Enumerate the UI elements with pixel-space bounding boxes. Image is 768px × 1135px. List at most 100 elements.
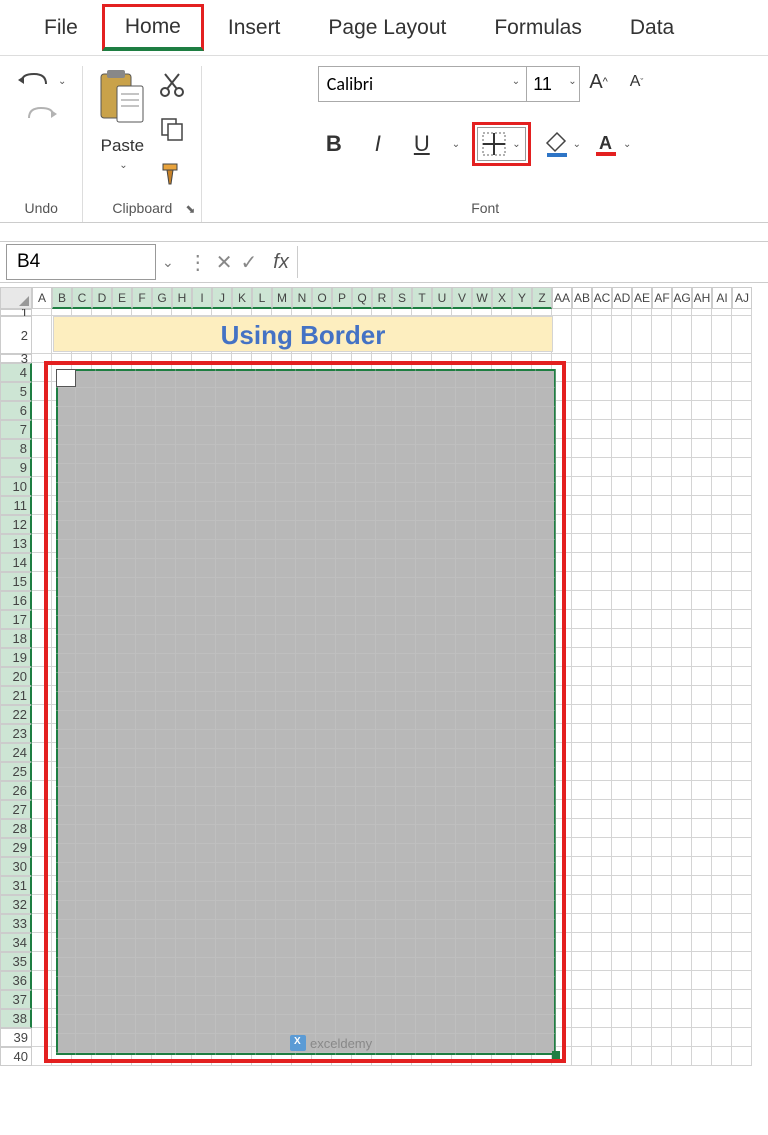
cell[interactable] — [712, 933, 732, 952]
cell[interactable] — [632, 354, 652, 363]
dialog-launcher-icon[interactable]: ⬊ — [185, 202, 195, 216]
cell[interactable] — [712, 354, 732, 363]
cell[interactable] — [632, 572, 652, 591]
cell[interactable] — [732, 458, 752, 477]
cell[interactable] — [732, 895, 752, 914]
cell[interactable] — [212, 309, 232, 316]
row-header[interactable]: 39 — [0, 1028, 32, 1047]
cell[interactable] — [632, 952, 652, 971]
cell[interactable] — [652, 971, 672, 990]
cell[interactable] — [652, 743, 672, 762]
cell[interactable] — [672, 439, 692, 458]
font-name-input[interactable] — [318, 66, 528, 102]
cell[interactable] — [632, 316, 652, 354]
col-header[interactable]: N — [292, 287, 312, 309]
bold-button[interactable]: B — [318, 128, 350, 160]
cell[interactable] — [592, 534, 612, 553]
cell[interactable] — [572, 363, 592, 382]
cell[interactable] — [632, 800, 652, 819]
cell[interactable] — [732, 515, 752, 534]
cell[interactable] — [712, 876, 732, 895]
cell[interactable] — [652, 439, 672, 458]
cell[interactable] — [672, 724, 692, 743]
cell[interactable] — [632, 1028, 652, 1047]
cell[interactable] — [632, 857, 652, 876]
col-header[interactable]: Q — [352, 287, 372, 309]
cell[interactable] — [572, 705, 592, 724]
cell[interactable] — [632, 781, 652, 800]
row-header[interactable]: 4 — [0, 363, 32, 382]
cell[interactable] — [692, 354, 712, 363]
row-header[interactable]: 20 — [0, 667, 32, 686]
row-header[interactable]: 15 — [0, 572, 32, 591]
cell[interactable] — [692, 629, 712, 648]
cell[interactable] — [632, 667, 652, 686]
cell[interactable] — [652, 667, 672, 686]
cell[interactable] — [132, 309, 152, 316]
row-header[interactable]: 17 — [0, 610, 32, 629]
cell[interactable] — [412, 309, 432, 316]
cell[interactable] — [712, 496, 732, 515]
cell[interactable] — [572, 800, 592, 819]
row-header[interactable]: 3 — [0, 354, 32, 363]
cell[interactable] — [692, 819, 712, 838]
cell[interactable] — [572, 971, 592, 990]
cell[interactable] — [712, 819, 732, 838]
cell[interactable] — [612, 724, 632, 743]
cell[interactable] — [592, 705, 612, 724]
cell[interactable] — [572, 354, 592, 363]
cell[interactable] — [692, 401, 712, 420]
cell[interactable] — [572, 819, 592, 838]
row-header[interactable]: 26 — [0, 781, 32, 800]
cell[interactable] — [72, 309, 92, 316]
cell[interactable] — [672, 990, 692, 1009]
cell[interactable] — [732, 876, 752, 895]
cell[interactable] — [592, 610, 612, 629]
cell[interactable] — [712, 382, 732, 401]
cell[interactable] — [712, 1047, 732, 1066]
row-header[interactable]: 19 — [0, 648, 32, 667]
chevron-down-icon[interactable]: ⌄ — [573, 139, 581, 150]
cell[interactable] — [692, 439, 712, 458]
cell[interactable] — [592, 724, 612, 743]
row-header[interactable]: 37 — [0, 990, 32, 1009]
cell[interactable] — [572, 648, 592, 667]
cell[interactable] — [632, 914, 652, 933]
cell[interactable] — [692, 420, 712, 439]
underline-button[interactable]: U — [406, 128, 438, 160]
cell[interactable] — [652, 515, 672, 534]
tab-insert[interactable]: Insert — [204, 4, 305, 52]
row-header[interactable]: 22 — [0, 705, 32, 724]
chevron-down-icon[interactable]: ⌄ — [512, 76, 520, 102]
cell[interactable] — [572, 496, 592, 515]
cell[interactable] — [592, 458, 612, 477]
chevron-down-icon[interactable]: ⌄ — [452, 139, 460, 150]
cell[interactable] — [652, 591, 672, 610]
row-header[interactable]: 1 — [0, 309, 32, 316]
active-cell[interactable] — [56, 369, 76, 387]
cell[interactable] — [612, 895, 632, 914]
cell[interactable] — [692, 781, 712, 800]
cell[interactable] — [272, 309, 292, 316]
cell[interactable] — [672, 819, 692, 838]
border-button-highlighted[interactable]: ⌄ — [472, 122, 530, 166]
cell[interactable] — [632, 990, 652, 1009]
row-header[interactable]: 28 — [0, 819, 32, 838]
cell[interactable] — [592, 762, 612, 781]
cell[interactable] — [612, 876, 632, 895]
cell[interactable] — [632, 1047, 652, 1066]
cell[interactable] — [672, 667, 692, 686]
cell[interactable] — [612, 1009, 632, 1028]
cell[interactable] — [672, 686, 692, 705]
cell[interactable] — [172, 309, 192, 316]
cell[interactable] — [692, 743, 712, 762]
fill-color-button[interactable]: ⌄ — [543, 131, 581, 157]
cell[interactable] — [712, 990, 732, 1009]
cell[interactable] — [592, 1047, 612, 1066]
cell[interactable] — [592, 743, 612, 762]
cell[interactable] — [692, 1028, 712, 1047]
row-header[interactable]: 36 — [0, 971, 32, 990]
col-header[interactable]: AC — [592, 287, 612, 309]
cell[interactable] — [712, 515, 732, 534]
cell[interactable] — [672, 838, 692, 857]
